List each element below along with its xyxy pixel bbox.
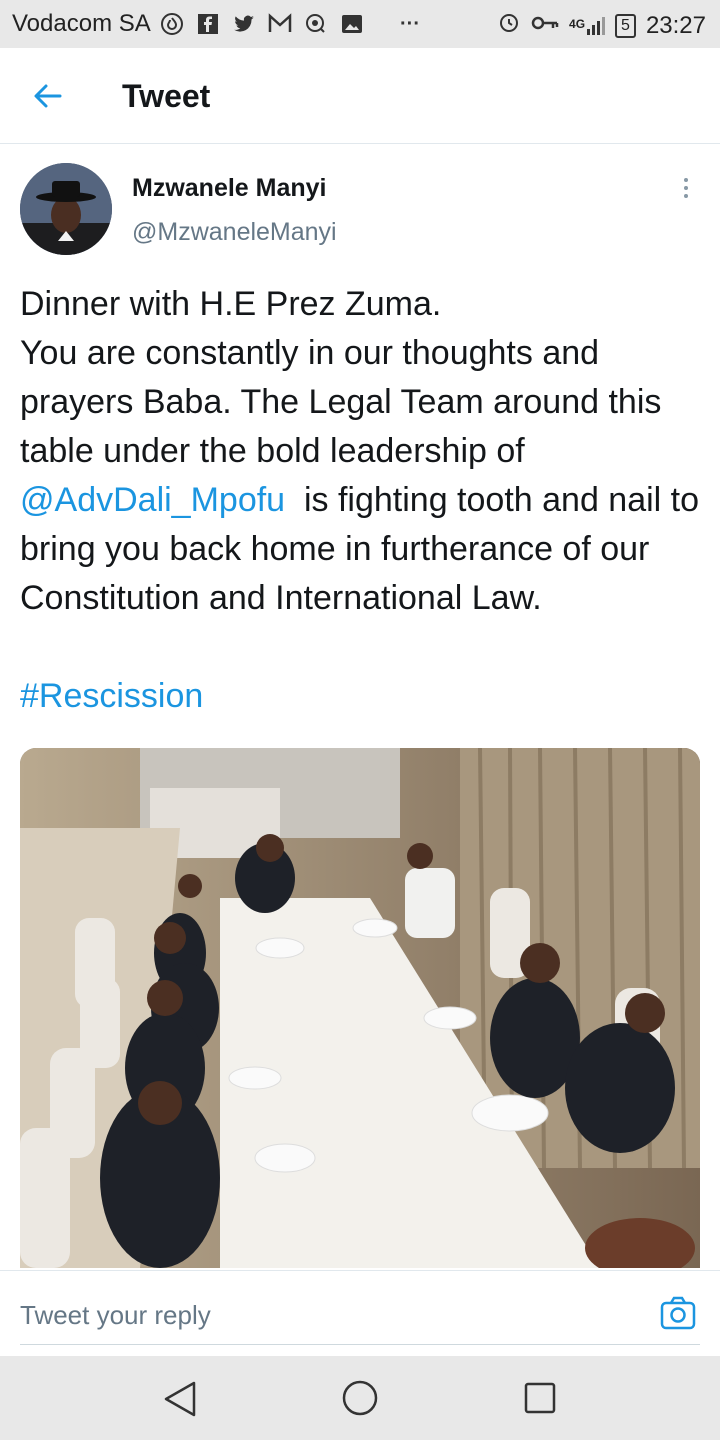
image-icon [338, 10, 366, 38]
twitter-icon [230, 10, 258, 38]
signal-icon: 4G [569, 16, 606, 35]
camera-icon[interactable] [660, 1296, 696, 1330]
more-options-icon[interactable] [676, 178, 696, 204]
scan-icon [302, 10, 330, 38]
author-handle[interactable]: @MzwaneleManyi [132, 218, 337, 247]
tweet-text: Dinner with H.E Prez Zuma. You are const… [20, 280, 710, 623]
clock: 23:27 [645, 11, 706, 39]
reply-input[interactable]: Tweet your reply [20, 1300, 211, 1331]
reply-divider [20, 1344, 700, 1345]
tweet-photo[interactable] [20, 748, 700, 1268]
app-header: Tweet [0, 48, 720, 144]
more-dots-icon: ··· [400, 12, 420, 35]
author-name[interactable]: Mzwanele Manyi [132, 174, 327, 203]
facebook-icon [194, 10, 222, 38]
page-title: Tweet [122, 78, 211, 114]
back-arrow-icon[interactable] [30, 78, 66, 114]
nav-back-icon[interactable] [162, 1380, 198, 1418]
nav-home-icon[interactable] [342, 1380, 378, 1416]
nav-recents-icon[interactable] [524, 1382, 556, 1414]
alarm-icon [497, 10, 521, 41]
carrier-label: Vodacom SA [12, 10, 151, 37]
fire-icon [158, 10, 186, 38]
network-type: 4G [569, 16, 586, 31]
mention-link[interactable]: @AdvDali_Mpofu [20, 481, 285, 519]
hashtag-link[interactable]: #Rescission [20, 672, 203, 721]
status-bar: Vodacom SA ··· 4G 5 23:27 [0, 0, 720, 48]
key-icon [531, 12, 559, 40]
notification-icons: ··· [158, 10, 424, 38]
mail-icon [266, 10, 294, 38]
battery-level: 5 [621, 16, 630, 34]
tweet-text-part1: Dinner with H.E Prez Zuma. You are const… [20, 285, 662, 470]
battery-icon: 5 [615, 13, 636, 38]
avatar[interactable] [20, 163, 112, 255]
status-right: 4G 5 23:27 [497, 10, 706, 41]
